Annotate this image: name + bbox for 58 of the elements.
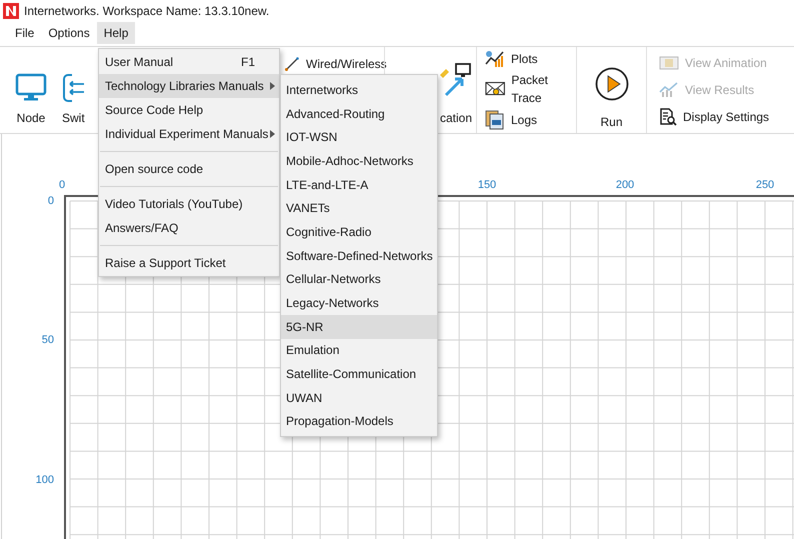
tool-button[interactable]: Plots — [485, 50, 576, 68]
menu-item[interactable]: Cognitive-Radio — [281, 220, 437, 244]
menu-item[interactable]: Open source code — [99, 157, 279, 181]
ruler-label: 0 — [48, 194, 54, 209]
menu-item[interactable]: Video Tutorials (YouTube) — [99, 192, 279, 216]
application-label: cation — [440, 110, 472, 127]
menu-item[interactable]: Internetworks — [281, 78, 437, 102]
chart-icon — [485, 50, 505, 68]
play-icon — [594, 67, 628, 101]
menu-item[interactable]: Options — [41, 22, 97, 44]
tool-button[interactable]: Packet Trace — [485, 70, 576, 107]
ruler-label: 0 — [58, 178, 66, 193]
ribbon-button[interactable]: Swit — [62, 47, 102, 133]
menu-item[interactable]: Source Code Help — [99, 98, 279, 122]
menu-item[interactable]: 5G-NR — [281, 314, 437, 339]
menu-item[interactable]: User Manual F1 — [99, 50, 279, 74]
run-button[interactable]: Run — [594, 67, 628, 131]
submenu-arrow-icon — [270, 82, 275, 90]
documents-icon — [485, 110, 505, 130]
menu-item[interactable]: UWAN — [281, 386, 437, 410]
ribbon-button[interactable]: Node — [0, 47, 62, 133]
menu-item[interactable]: Raise a Support Ticket — [99, 251, 279, 275]
ruler-label: 250 — [756, 178, 774, 193]
submenu-arrow-icon — [270, 130, 275, 138]
menu-item[interactable]: Help — [96, 22, 136, 44]
result-button[interactable]: Display Settings — [659, 108, 794, 126]
app-logo-icon — [3, 3, 19, 19]
film-icon — [659, 54, 679, 71]
menu-item[interactable]: File — [8, 22, 42, 44]
ruler-label: 150 — [478, 178, 496, 193]
menu-item[interactable]: Technology Libraries Manuals — [99, 74, 279, 98]
switch-icon — [62, 73, 86, 103]
menu-item[interactable]: Answers/FAQ — [99, 216, 279, 240]
menu-item[interactable]: Legacy-Networks — [281, 291, 437, 315]
menu-item[interactable]: Propagation-Models — [281, 410, 437, 434]
ruler-label: 50 — [42, 332, 54, 348]
menu-item[interactable]: Satellite-Communication — [281, 362, 437, 386]
menu-item[interactable]: Advanced-Routing — [281, 102, 437, 126]
monitor-arrow-icon — [438, 63, 472, 97]
menu-item[interactable]: Software-Defined-Networks — [281, 244, 437, 268]
wired-wireless-button[interactable]: Wired/Wireless — [284, 55, 387, 73]
menu-item[interactable]: Mobile-Adhoc-Networks — [281, 149, 437, 173]
menu-item[interactable]: Cellular-Networks — [281, 268, 437, 292]
chart-icon — [659, 82, 679, 98]
ruler-label: 200 — [616, 178, 634, 193]
shortcut-label: F1 — [240, 54, 255, 71]
menu-item[interactable]: Emulation — [281, 338, 437, 362]
menu-item[interactable]: Individual Experiment Manuals — [99, 122, 279, 146]
window-title: Internetworks. Workspace Name: 13.3.10new. — [24, 3, 270, 20]
monitor-icon — [15, 73, 47, 103]
document-search-icon — [659, 108, 677, 126]
ruler-label: 100 — [36, 472, 54, 488]
envelope-icon — [485, 80, 506, 98]
link-icon — [284, 56, 300, 72]
menu-item[interactable]: LTE-and-LTE-A — [281, 172, 437, 196]
menu-item[interactable]: VANETs — [281, 196, 437, 220]
tool-button[interactable]: Logs — [485, 110, 576, 130]
menu-item[interactable]: IOT-WSN — [281, 125, 437, 150]
